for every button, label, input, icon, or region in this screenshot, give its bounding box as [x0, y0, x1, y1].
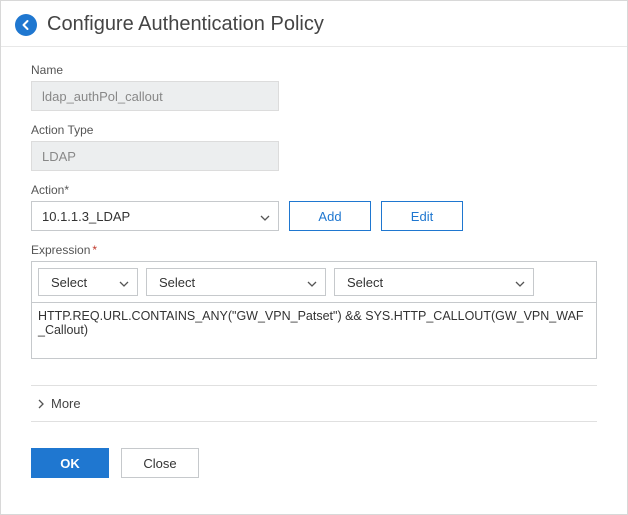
expression-select-3-value: Select [347, 275, 383, 290]
add-label: Add [318, 209, 341, 224]
action-type-value: LDAP [42, 149, 76, 164]
chevron-down-icon [119, 275, 129, 290]
close-label: Close [143, 456, 176, 471]
expression-label: Expression* [31, 243, 597, 257]
ok-button[interactable]: OK [31, 448, 109, 478]
more-toggle[interactable]: More [31, 385, 597, 422]
expression-select-2[interactable]: Select [146, 268, 326, 296]
expression-select-1[interactable]: Select [38, 268, 138, 296]
add-button[interactable]: Add [289, 201, 371, 231]
expression-select-1-value: Select [51, 275, 87, 290]
expression-editor: Select Select Select HTTP.REQ.URL.CONTAI… [31, 261, 597, 359]
chevron-down-icon [307, 275, 317, 290]
name-label: Name [31, 63, 597, 77]
action-value: 10.1.1.3_LDAP [42, 209, 130, 224]
edit-button[interactable]: Edit [381, 201, 463, 231]
edit-label: Edit [411, 209, 433, 224]
action-label: Action* [31, 183, 597, 197]
ok-label: OK [60, 456, 80, 471]
expression-label-text: Expression [31, 243, 90, 257]
expression-select-3[interactable]: Select [334, 268, 534, 296]
action-select[interactable]: 10.1.1.3_LDAP [31, 201, 279, 231]
chevron-right-icon [37, 399, 45, 409]
back-button[interactable] [15, 14, 37, 36]
chevron-down-icon [260, 209, 270, 224]
form-content: Name ldap_authPol_callout Action Type LD… [1, 47, 627, 432]
expression-toolbar: Select Select Select [32, 262, 596, 302]
required-asterisk: * [92, 243, 97, 257]
chevron-down-icon [515, 275, 525, 290]
close-button[interactable]: Close [121, 448, 199, 478]
expression-textarea[interactable]: HTTP.REQ.URL.CONTAINS_ANY("GW_VPN_Patset… [32, 302, 596, 358]
action-type-label: Action Type [31, 123, 597, 137]
name-field: ldap_authPol_callout [31, 81, 279, 111]
footer: OK Close [1, 432, 627, 494]
arrow-left-icon [20, 19, 32, 31]
more-label: More [51, 396, 81, 411]
page-header: Configure Authentication Policy [1, 1, 627, 47]
page-title: Configure Authentication Policy [47, 13, 324, 36]
name-value: ldap_authPol_callout [42, 89, 163, 104]
expression-select-2-value: Select [159, 275, 195, 290]
action-type-field: LDAP [31, 141, 279, 171]
